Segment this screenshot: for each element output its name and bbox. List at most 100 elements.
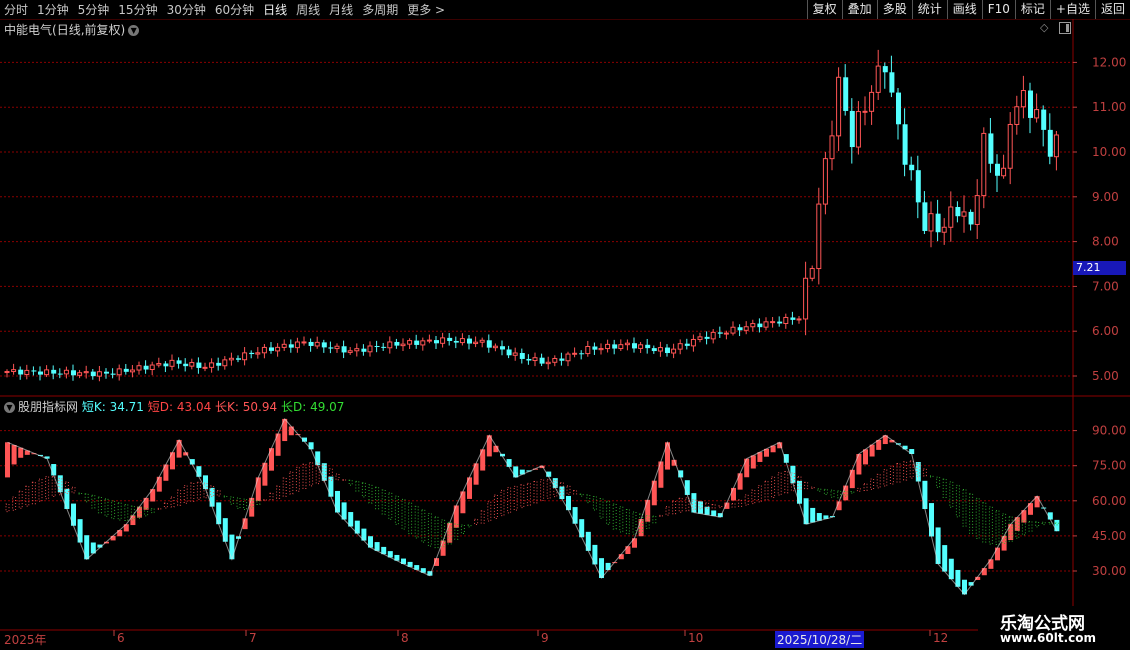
long-kd-bar xyxy=(401,498,406,530)
candle-down xyxy=(645,344,651,349)
long-kd-bar xyxy=(903,461,908,481)
candle-down xyxy=(104,371,109,374)
short-kd-bar xyxy=(922,480,928,509)
short-d-value: 短D: 43.04 xyxy=(147,400,212,414)
candle-up xyxy=(149,364,155,371)
long-kd-bar xyxy=(381,489,386,515)
candle-up xyxy=(770,321,776,324)
long-kd-bar xyxy=(606,500,611,525)
long-kd-bar xyxy=(533,481,538,504)
short-kd-bar xyxy=(605,562,611,571)
price-tick-label: 12.00 xyxy=(1092,55,1126,69)
indicator-tick-label: 90.00 xyxy=(1092,424,1126,438)
candle-up xyxy=(822,158,828,205)
candle-down xyxy=(777,321,783,324)
short-kd-bar xyxy=(731,487,736,501)
long-kd-bar xyxy=(111,500,116,520)
short-kd-bar xyxy=(995,547,1000,561)
candle-down xyxy=(935,213,941,233)
long-kd-bar xyxy=(599,498,604,519)
long-kd-bar xyxy=(592,495,597,511)
candle-up xyxy=(657,347,663,352)
candle-up xyxy=(875,65,881,93)
long-kd-bar xyxy=(889,465,894,485)
candle-up xyxy=(981,132,987,197)
candle-up xyxy=(961,211,967,217)
short-kd-bar xyxy=(513,466,519,478)
long-kd-bar xyxy=(962,488,967,527)
date-label: 6 xyxy=(117,631,125,645)
candle-down xyxy=(915,170,921,203)
candle-down xyxy=(308,341,314,346)
long-kd-bar xyxy=(757,485,762,503)
long-kd-bar xyxy=(718,505,723,509)
chevron-down-icon[interactable]: ▼ xyxy=(4,402,15,413)
candle-up xyxy=(552,358,558,363)
long-kd-bar xyxy=(566,485,571,495)
candle-up xyxy=(928,213,934,232)
candle-down xyxy=(909,164,915,171)
candle-down xyxy=(988,133,994,164)
long-kd-bar xyxy=(672,500,677,515)
long-kd-bar xyxy=(685,497,690,512)
long-kd-bar xyxy=(45,476,50,500)
candle-up xyxy=(677,343,683,350)
long-kd-bar xyxy=(942,478,947,498)
chart-canvas: 12.00 11.00 10.00 9.00 8.00 7.00 6.00 5.00 90.00… xyxy=(0,19,1130,650)
chevron-down-icon[interactable]: ▼ xyxy=(128,25,140,36)
candle-down xyxy=(163,363,169,367)
candle-up xyxy=(228,357,234,361)
long-kd-bar xyxy=(909,460,914,479)
long-kd-bar xyxy=(355,480,360,492)
candle-down xyxy=(453,340,459,343)
long-kd-bar xyxy=(830,489,835,498)
long-kd-bar xyxy=(1035,521,1040,528)
candle-down xyxy=(665,347,670,354)
indicator-tick-label: 75.00 xyxy=(1092,459,1126,473)
candle-up xyxy=(11,369,17,373)
short-kd-bar xyxy=(308,442,314,450)
short-kd-bar xyxy=(638,519,644,537)
candle-down xyxy=(995,163,1000,176)
candle-up xyxy=(671,348,677,354)
candle-up xyxy=(77,372,83,376)
long-kd-bar xyxy=(414,505,419,539)
long-kd-bar xyxy=(302,463,307,490)
date-label: 12 xyxy=(933,631,949,645)
price-tick-label: 11.00 xyxy=(1092,100,1126,114)
candle-up xyxy=(836,76,842,137)
candle-up xyxy=(294,341,300,349)
candle-up xyxy=(222,359,228,367)
candle-down xyxy=(955,206,961,217)
candle-up xyxy=(492,345,498,349)
candle-down xyxy=(902,124,908,165)
candle-up xyxy=(420,340,426,346)
candle-down xyxy=(38,371,43,375)
panel-toggle-icon[interactable] xyxy=(1059,22,1071,34)
diamond-icon[interactable]: ◇ xyxy=(1040,21,1048,34)
short-k-line xyxy=(7,417,1058,596)
candle-up xyxy=(261,346,267,354)
long-kd-bar xyxy=(368,484,373,504)
short-kd-bar xyxy=(11,445,17,465)
candle-down xyxy=(632,343,637,349)
candle-down xyxy=(216,362,222,366)
short-kd-bar xyxy=(506,459,512,467)
long-kd-bar xyxy=(170,496,175,508)
long-kd-bar xyxy=(51,476,56,498)
candle-up xyxy=(690,338,696,347)
candle-down xyxy=(18,369,24,375)
long-kd-bar xyxy=(625,508,630,535)
candle-up xyxy=(512,352,518,356)
long-kd-bar xyxy=(817,488,822,492)
candle-up xyxy=(314,341,320,347)
indicator-tick-label: 60.00 xyxy=(1092,494,1126,508)
long-kd-bar xyxy=(771,476,776,499)
candle-down xyxy=(321,342,327,348)
price-tick-label: 7.00 xyxy=(1092,279,1119,293)
long-kd-bar xyxy=(18,490,23,509)
long-kd-bar xyxy=(177,489,182,506)
long-kd-bar xyxy=(289,471,294,495)
short-kd-bar xyxy=(750,455,756,469)
candle-up xyxy=(275,346,281,352)
